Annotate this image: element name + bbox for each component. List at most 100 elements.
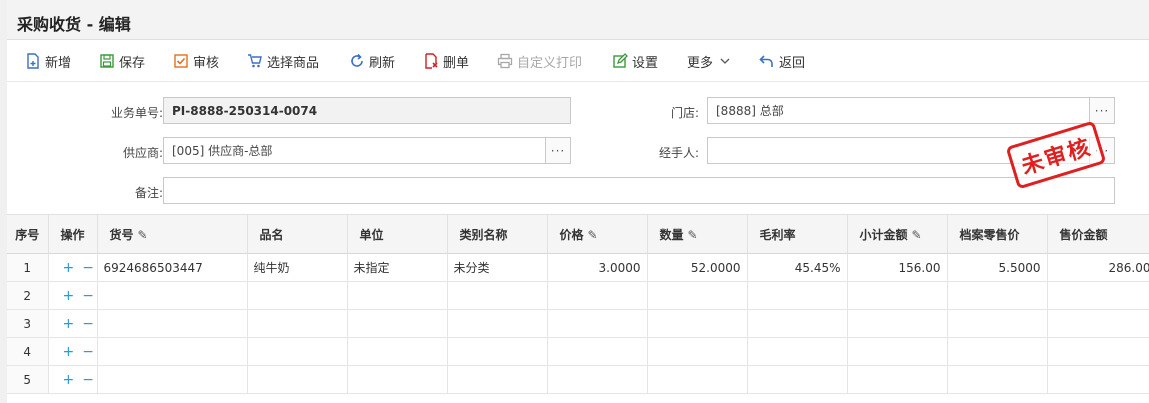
- delete-order-label: 删单: [443, 55, 470, 71]
- col-code[interactable]: 货号 ✎: [97, 214, 248, 254]
- cell-margin[interactable]: [747, 365, 848, 394]
- table-row[interactable]: 1 + − 6924686503447 纯牛奶 未指定 未分类 3.0000 52…: [7, 253, 1149, 282]
- delete-order-button[interactable]: 删单: [423, 51, 469, 71]
- cell-qty[interactable]: [647, 281, 748, 310]
- cell-price[interactable]: [547, 337, 648, 366]
- cell-category[interactable]: [447, 309, 548, 338]
- supplier-field[interactable]: [005] 供应商-总部 ···: [163, 137, 571, 164]
- cell-code[interactable]: [97, 281, 248, 310]
- cell-retail-price[interactable]: [947, 309, 1048, 338]
- add-row-icon[interactable]: +: [63, 316, 75, 332]
- col-unit[interactable]: 单位: [347, 214, 448, 254]
- store-picker-button[interactable]: ···: [1089, 98, 1114, 123]
- cell-code[interactable]: [97, 337, 248, 366]
- cell-unit[interactable]: [347, 365, 448, 394]
- cell-unit[interactable]: [347, 309, 448, 338]
- col-category[interactable]: 类别名称: [447, 214, 548, 254]
- cell-name[interactable]: [247, 309, 348, 338]
- cell-name[interactable]: 纯牛奶: [247, 253, 348, 282]
- add-row-icon[interactable]: +: [63, 288, 75, 304]
- cell-margin[interactable]: 45.45%: [747, 253, 848, 282]
- table-row[interactable]: 5 + −: [7, 365, 1149, 394]
- supplier-picker-button[interactable]: ···: [545, 138, 570, 163]
- add-row-icon[interactable]: +: [63, 344, 75, 360]
- cell-retail-price[interactable]: [947, 365, 1048, 394]
- cell-unit[interactable]: [347, 281, 448, 310]
- cell-qty[interactable]: [647, 337, 748, 366]
- cell-price[interactable]: [547, 309, 648, 338]
- select-product-button[interactable]: 选择商品: [247, 51, 319, 71]
- cell-price[interactable]: [547, 365, 648, 394]
- cell-retail-price[interactable]: [947, 281, 1048, 310]
- left-strip: [0, 0, 7, 403]
- remove-row-icon[interactable]: −: [82, 372, 94, 388]
- col-qty[interactable]: 数量 ✎: [647, 214, 748, 254]
- col-amount[interactable]: 售价金额: [1047, 214, 1149, 254]
- col-price[interactable]: 价格 ✎: [547, 214, 648, 254]
- cell-unit[interactable]: 未指定: [347, 253, 448, 282]
- save-button[interactable]: 保存: [99, 51, 145, 71]
- cell-code[interactable]: 6924686503447: [97, 253, 248, 282]
- cell-category[interactable]: [447, 365, 548, 394]
- col-margin[interactable]: 毛利率: [747, 214, 848, 254]
- cell-amount[interactable]: 286.00: [1047, 253, 1149, 282]
- cell-unit[interactable]: [347, 337, 448, 366]
- cell-name[interactable]: [247, 365, 348, 394]
- cell-name[interactable]: [247, 337, 348, 366]
- add-row-icon[interactable]: +: [63, 372, 75, 388]
- handler-label: 经手人:: [658, 146, 699, 160]
- cell-subtotal[interactable]: [847, 365, 948, 394]
- cell-category[interactable]: 未分类: [447, 253, 548, 282]
- cell-subtotal[interactable]: [847, 337, 948, 366]
- col-action[interactable]: 操作: [48, 214, 98, 254]
- table-row[interactable]: 3 + −: [7, 309, 1149, 338]
- table-row[interactable]: 2 + −: [7, 281, 1149, 310]
- table-row[interactable]: 4 + −: [7, 337, 1149, 366]
- col-subtotal[interactable]: 小计金额 ✎: [847, 214, 948, 254]
- remove-row-icon[interactable]: −: [82, 260, 94, 276]
- cell-name[interactable]: [247, 281, 348, 310]
- col-index[interactable]: 序号: [7, 214, 49, 254]
- order-no-value: PI-8888-250314-0074: [172, 103, 318, 118]
- cell-category[interactable]: [447, 281, 548, 310]
- cell-subtotal[interactable]: [847, 309, 948, 338]
- cell-category[interactable]: [447, 337, 548, 366]
- audit-button[interactable]: 审核: [173, 51, 219, 71]
- cell-amount[interactable]: [1047, 365, 1149, 394]
- settings-button[interactable]: 设置: [612, 51, 658, 71]
- back-button[interactable]: 返回: [759, 51, 805, 71]
- cell-subtotal[interactable]: 156.00: [847, 253, 948, 282]
- col-name[interactable]: 品名: [247, 214, 348, 254]
- cell-amount[interactable]: [1047, 337, 1149, 366]
- page-title: 采购收货 - 编辑: [17, 15, 131, 34]
- header-row: 序号 操作 货号 ✎ 品名 单位 类别名称 价格 ✎ 数量 ✎ 毛利率 小计金额 ✎ 档…: [7, 214, 1149, 254]
- cell-code[interactable]: [97, 365, 248, 394]
- cell-margin[interactable]: [747, 281, 848, 310]
- cell-amount[interactable]: [1047, 309, 1149, 338]
- refresh-button[interactable]: 刷新: [349, 51, 395, 71]
- more-button[interactable]: 更多: [687, 51, 731, 71]
- cell-retail-price[interactable]: [947, 337, 1048, 366]
- cell-price[interactable]: 3.0000: [547, 253, 648, 282]
- row-actions: + −: [48, 365, 98, 394]
- col-retail-price[interactable]: 档案零售价: [947, 214, 1048, 254]
- more-label: 更多: [687, 55, 714, 71]
- remove-row-icon[interactable]: −: [82, 288, 94, 304]
- cell-code[interactable]: [97, 309, 248, 338]
- cell-margin[interactable]: [747, 337, 848, 366]
- cell-retail-price[interactable]: 5.5000: [947, 253, 1048, 282]
- remark-field[interactable]: [163, 177, 1115, 204]
- cell-qty[interactable]: 52.0000: [647, 253, 748, 282]
- new-button[interactable]: 新增: [25, 51, 71, 71]
- cell-amount[interactable]: [1047, 281, 1149, 310]
- cell-qty[interactable]: [647, 309, 748, 338]
- cell-margin[interactable]: [747, 309, 848, 338]
- store-field[interactable]: [8888] 总部 ···: [707, 97, 1115, 124]
- cell-qty[interactable]: [647, 365, 748, 394]
- custom-print-button[interactable]: 自定义打印: [497, 51, 582, 71]
- cell-price[interactable]: [547, 281, 648, 310]
- cell-subtotal[interactable]: [847, 281, 948, 310]
- add-row-icon[interactable]: +: [63, 260, 75, 276]
- remove-row-icon[interactable]: −: [82, 344, 94, 360]
- remove-row-icon[interactable]: −: [82, 316, 94, 332]
